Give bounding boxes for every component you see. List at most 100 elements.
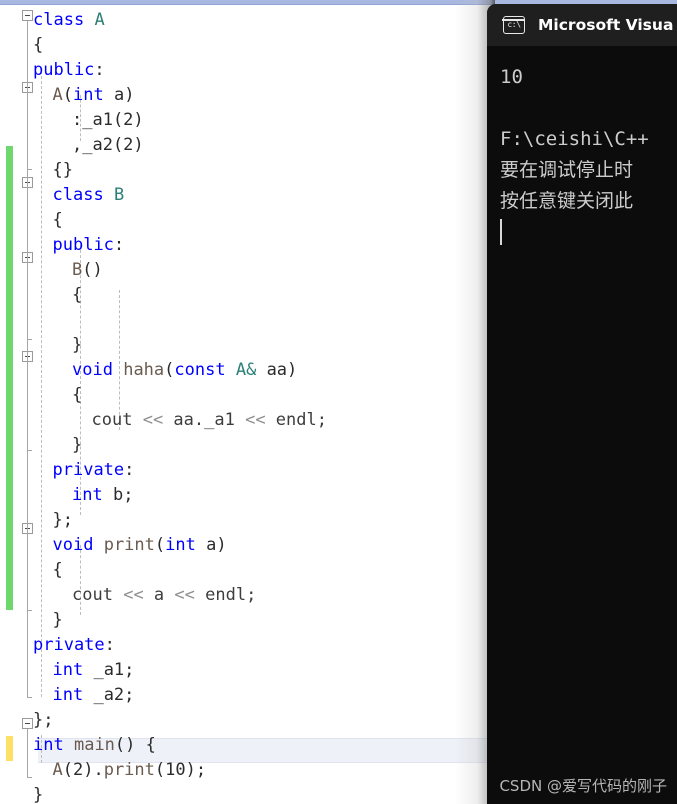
code-token: void (52, 535, 94, 555)
code-line[interactable]: cout << aa._a1 << endl; (92, 408, 327, 433)
code-token: : (104, 635, 115, 655)
code-token: endl; (265, 410, 327, 430)
code-line[interactable]: public: (53, 233, 125, 258)
code-token: public (33, 60, 95, 80)
watermark: CSDN @爱写代码的刚子 (499, 777, 667, 795)
code-token: endl; (194, 585, 257, 605)
code-token: {} (52, 160, 73, 180)
code-token: } (52, 610, 63, 630)
code-token: { (72, 285, 83, 305)
code-token: A (52, 760, 63, 780)
code-token: A (52, 85, 63, 105)
code-line[interactable]: } (72, 333, 82, 358)
code-token: << (123, 585, 144, 605)
code-line[interactable]: int _a2; (53, 683, 135, 708)
code-token: _a1; (83, 660, 135, 680)
code-token: : (94, 60, 105, 80)
code-token: } (72, 335, 83, 355)
console-title: Microsoft Visua (538, 16, 674, 34)
console-output-line: F:\ceishi\C++ (500, 128, 649, 150)
code-line[interactable]: }; (33, 708, 53, 733)
code-line[interactable]: public: (33, 58, 105, 83)
code-line[interactable]: void haha(const A& aa) (72, 358, 297, 383)
code-token: private (52, 460, 125, 480)
code-line[interactable]: { (72, 383, 82, 408)
code-token: :_a1(2) (72, 110, 144, 130)
code-token: B (72, 260, 83, 280)
code-token: : (113, 235, 125, 255)
code-line[interactable]: private: (53, 458, 135, 483)
code-token: ( (154, 535, 166, 555)
code-token: ( (164, 360, 175, 380)
code-line[interactable]: } (33, 783, 43, 804)
code-token: ( (62, 85, 73, 105)
console-output[interactable]: 10 F:\ceishi\C++ 要在调试停止时 按任意键关闭此 (487, 46, 677, 804)
console-cmd-icon-glyph: c:\ (507, 20, 521, 29)
code-line[interactable]: int _a1; (53, 658, 135, 683)
code-line[interactable]: ,_a2(2) (72, 133, 144, 158)
code-token: void (72, 360, 113, 380)
code-line[interactable]: A(2).print(10); (53, 758, 207, 783)
code-token: A& (235, 360, 257, 380)
code-token: ,_a2(2) (72, 135, 144, 155)
code-token: a (143, 585, 175, 605)
console-output-line: 要在调试停止时 (500, 159, 634, 181)
code-line[interactable]: int main() { (33, 733, 156, 758)
app-root: class A{public: A(int a):_a1(2) ,_a2(2){} c… (0, 0, 677, 804)
code-token: class (33, 10, 85, 30)
code-token: } (33, 785, 44, 804)
code-line[interactable]: cout << a << endl; (72, 583, 256, 608)
code-token: () { (114, 735, 156, 755)
code-token: () (82, 260, 103, 280)
code-token: a) (103, 85, 135, 105)
code-line[interactable]: }; (53, 508, 73, 533)
code-line[interactable]: { (33, 33, 43, 58)
code-token: B (113, 185, 125, 205)
code-line[interactable]: :_a1(2) (72, 108, 144, 133)
console-window[interactable]: c:\ Microsoft Visua 10 F:\ceishi\C++ 要在调试… (487, 4, 677, 804)
code-token: << (142, 410, 164, 430)
code-token: _a2; (83, 685, 135, 705)
code-token: b; (102, 485, 134, 505)
code-text-area[interactable]: class A{public: A(int a):_a1(2) ,_a2(2){} c… (0, 5, 470, 804)
code-token: }; (52, 510, 73, 530)
code-line[interactable]: { (72, 283, 82, 308)
code-line[interactable]: private: (33, 633, 115, 658)
code-line[interactable]: { (53, 208, 63, 233)
code-token: { (52, 210, 63, 230)
code-token: haha (123, 360, 165, 380)
code-line[interactable]: { (53, 558, 63, 583)
code-token: : (124, 460, 135, 480)
code-token: } (72, 435, 83, 455)
code-token: main (73, 735, 115, 755)
code-token: const (174, 360, 226, 380)
code-token: public (52, 235, 114, 255)
console-titlebar[interactable]: c:\ Microsoft Visua (487, 4, 677, 46)
code-line[interactable]: B() (72, 258, 103, 283)
code-line[interactable]: class B (53, 183, 125, 208)
code-line[interactable]: int b; (72, 483, 133, 508)
console-output-line: 按任意键关闭此 (500, 190, 634, 212)
code-token: int (33, 735, 64, 755)
code-token: { (52, 560, 63, 580)
code-line[interactable]: A(int a) (53, 83, 135, 108)
code-line[interactable]: } (72, 433, 82, 458)
code-token: int (72, 485, 103, 505)
code-line[interactable]: {} (53, 158, 73, 183)
code-token: cout (72, 585, 113, 605)
console-caret (500, 219, 502, 245)
code-line[interactable]: void print(int a) (53, 533, 227, 558)
code-token: print (103, 760, 155, 780)
code-token: int (165, 535, 196, 555)
code-token: private (33, 635, 105, 655)
code-token: a) (195, 535, 227, 555)
code-line[interactable]: class A (33, 8, 105, 33)
code-line[interactable]: } (53, 608, 63, 633)
